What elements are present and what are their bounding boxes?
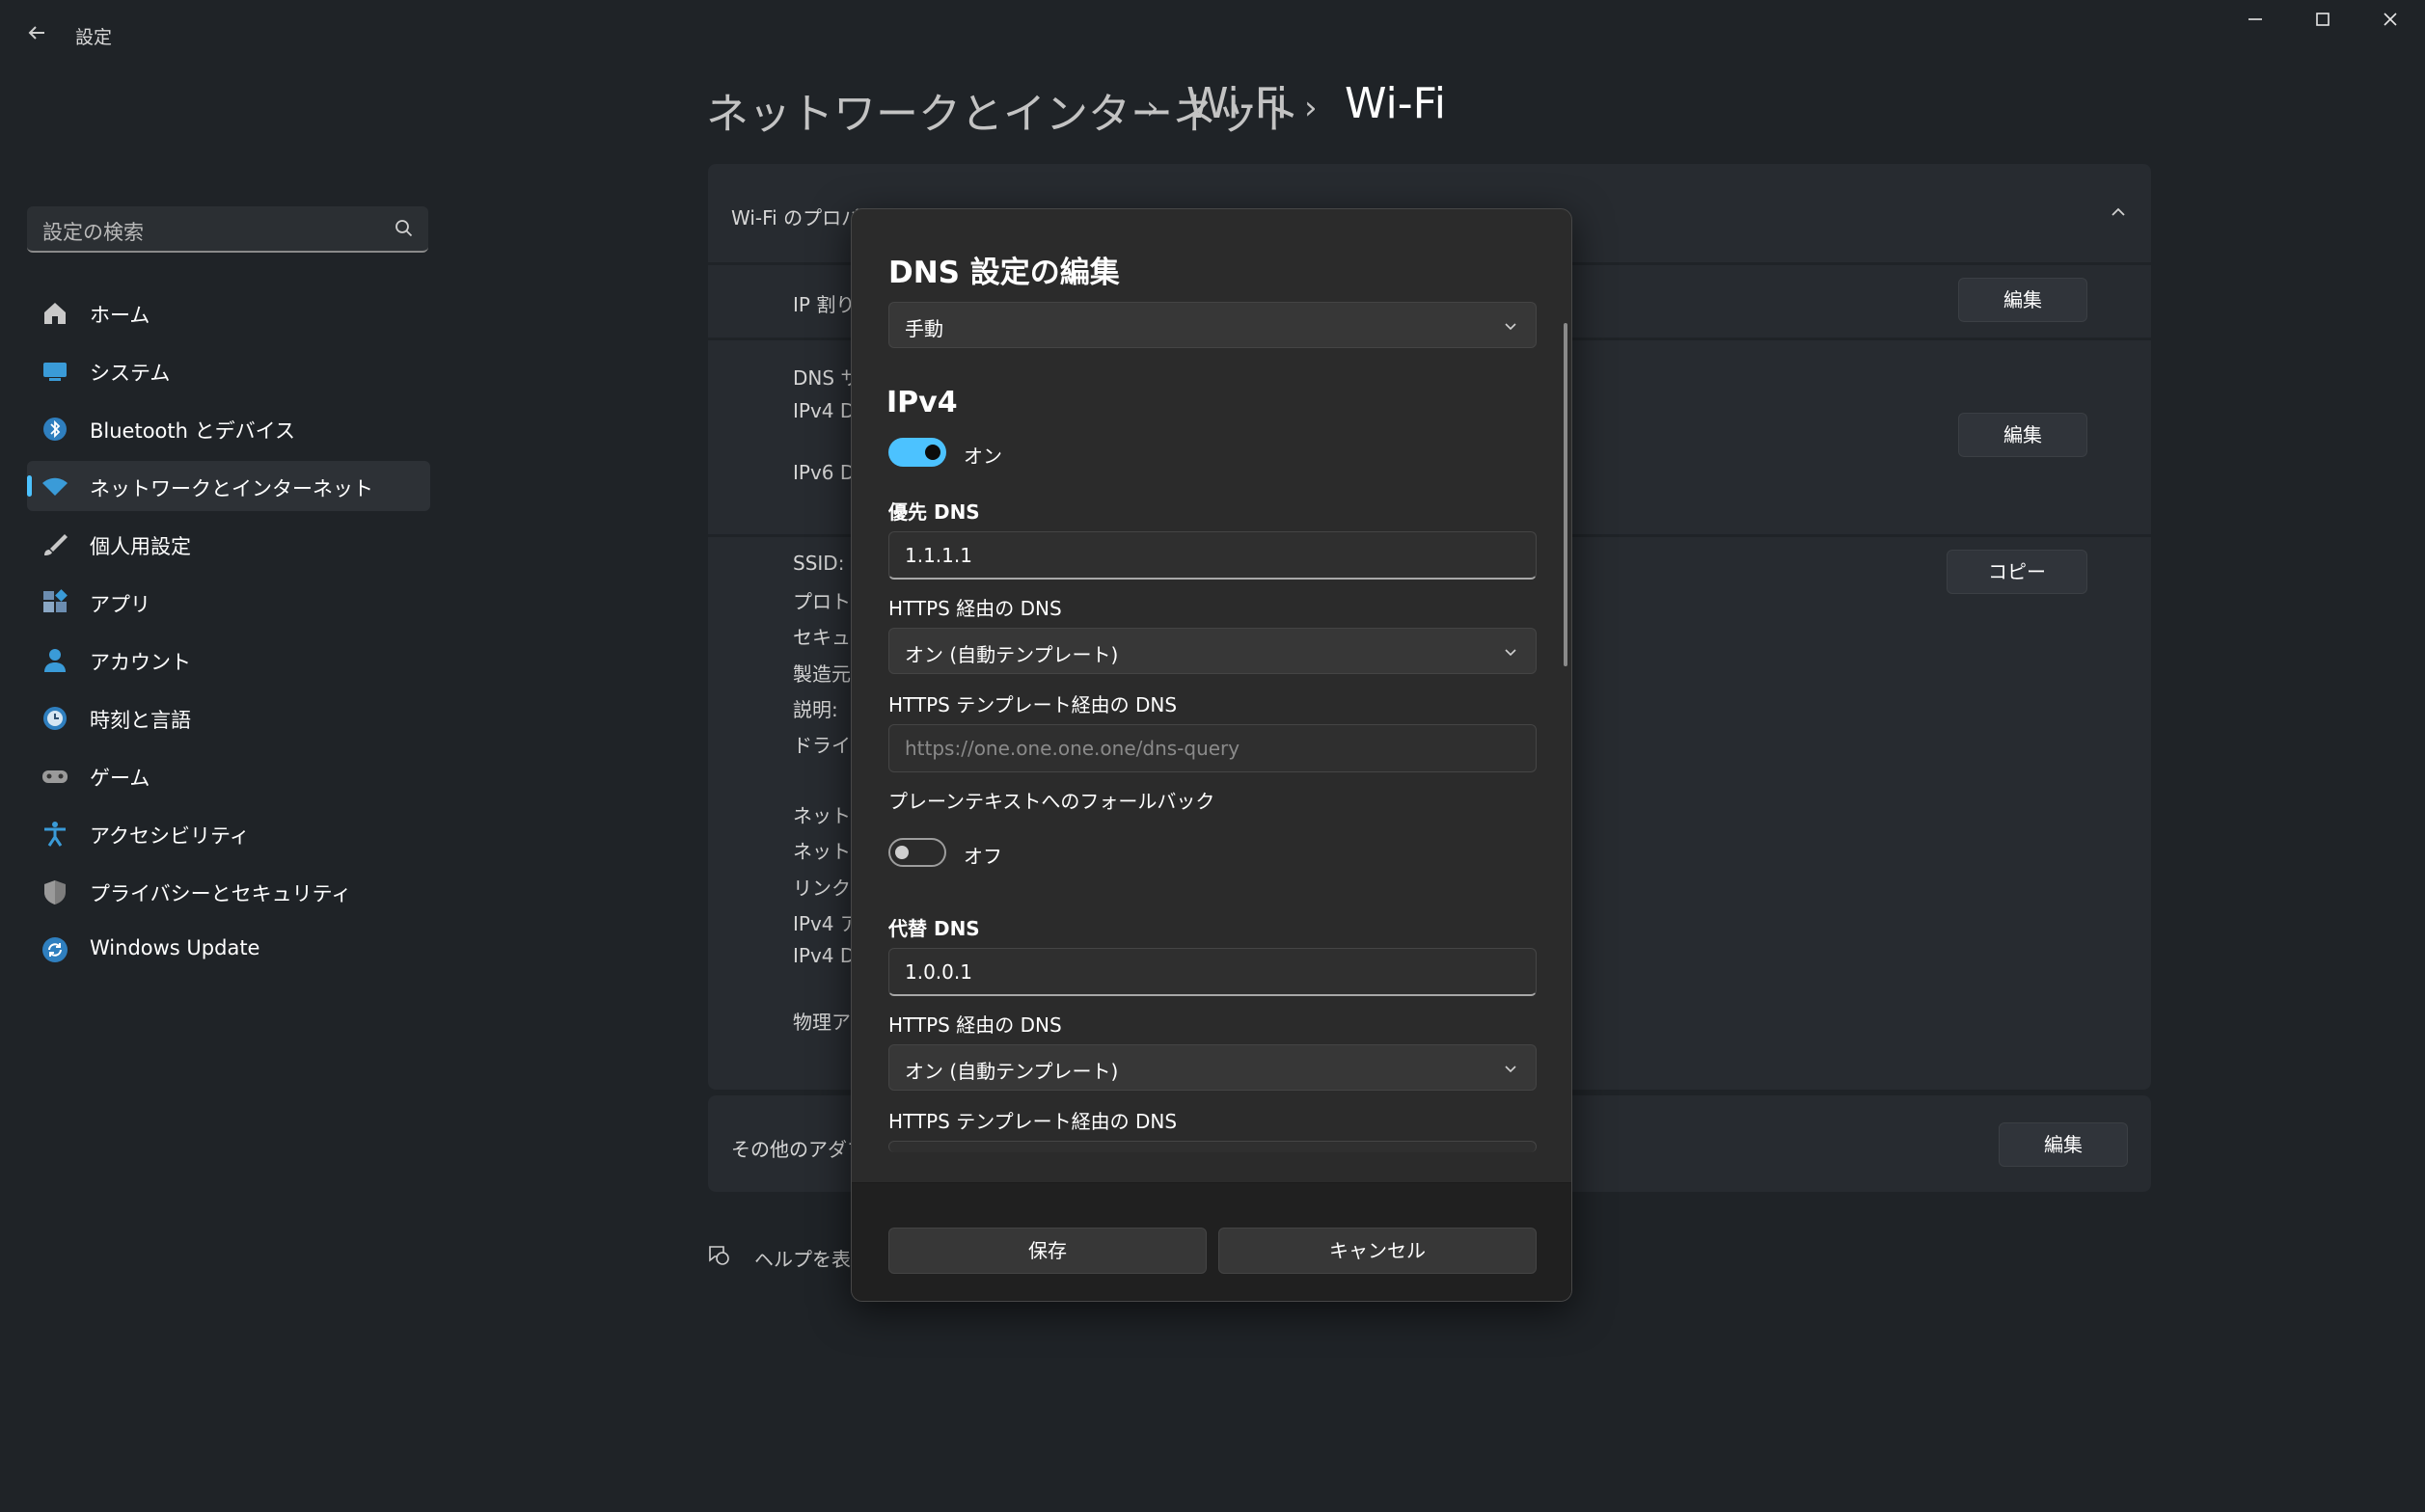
sidebar-item-label: アクセシビリティ [90, 824, 250, 848]
panel-row-label: 製造元 [793, 662, 851, 686]
panel-row-label: SSID: [793, 552, 845, 575]
sidebar-item-label: アプリ [90, 593, 150, 616]
chevron-up-icon[interactable] [2107, 201, 2130, 224]
sidebar-item-privacy[interactable]: プライバシーとセキュリティ [27, 866, 430, 916]
settings-search-input[interactable]: 設定の検索 [27, 206, 428, 253]
window-title: 設定 [75, 27, 113, 48]
sidebar-item-label: 時刻と言語 [90, 709, 191, 732]
save-button[interactable]: 保存 [888, 1228, 1207, 1274]
sidebar-item-accounts[interactable]: アカウント [27, 634, 430, 685]
minimize-icon[interactable] [2226, 8, 2284, 40]
https-dns-dropdown[interactable]: オン (自動テンプレート) [888, 628, 1537, 674]
close-icon[interactable] [2361, 8, 2419, 40]
bluetooth-icon [41, 415, 69, 444]
dns-settings-dialog: DNS 設定の編集 手動 IPv4 オン 優先 DNS 1.1.1.1 HTTP… [851, 208, 1572, 1302]
ipv4-toggle[interactable] [888, 438, 946, 467]
sidebar-item-personalization[interactable]: 個人用設定 [27, 519, 430, 569]
alt-https-dns-label: HTTPS 経由の DNS [888, 1013, 1062, 1037]
sidebar-item-label: アカウント [90, 651, 191, 674]
alternate-dns-input[interactable]: 1.0.0.1 [888, 948, 1537, 996]
https-template-label: HTTPS テンプレート経由の DNS [888, 693, 1178, 716]
sidebar-item-label: ネットワークとインターネット [90, 477, 373, 500]
preferred-dns-label: 優先 DNS [888, 500, 980, 524]
dialog-scrollbar[interactable] [1564, 323, 1567, 666]
maximize-icon[interactable] [2294, 8, 2352, 40]
sidebar-item-label: Bluetooth とデバイス [90, 419, 295, 443]
sidebar-item-label: システム [90, 362, 171, 385]
preferred-dns-input[interactable]: 1.1.1.1 [888, 531, 1537, 580]
system-icon [41, 357, 69, 386]
toggle-knob [895, 846, 909, 859]
chevron-down-icon [1503, 1061, 1518, 1076]
dialog-footer: 保存 キャンセル [852, 1182, 1571, 1301]
sidebar-item-network[interactable]: ネットワークとインターネット [27, 461, 430, 511]
input-value: 1.1.1.1 [905, 544, 972, 567]
alt-https-template-input[interactable] [888, 1141, 1537, 1152]
https-template-input[interactable]: https://one.one.one.one/dns-query [888, 724, 1537, 772]
alternate-dns-label: 代替 DNS [888, 917, 980, 940]
input-placeholder: https://one.one.one.one/dns-query [905, 737, 1240, 760]
panel-row-label: 説明: [793, 698, 838, 721]
sidebar-item-home[interactable]: ホーム [27, 287, 430, 338]
sidebar-item-label: 個人用設定 [90, 535, 191, 558]
breadcrumb-chevron-icon: › [1146, 89, 1159, 127]
toggle-knob [925, 445, 940, 460]
dns-edit-button[interactable]: 編集 [1958, 413, 2087, 457]
dropdown-value: オン (自動テンプレート) [905, 1060, 1119, 1083]
alt-https-dns-dropdown[interactable]: オン (自動テンプレート) [888, 1044, 1537, 1091]
sidebar-item-label: ゲーム [90, 767, 150, 790]
sidebar-item-label: プライバシーとセキュリティ [90, 882, 352, 905]
sidebar-item-system[interactable]: システム [27, 345, 430, 395]
home-icon [41, 299, 69, 328]
ipv4-section-title: IPv4 [886, 386, 958, 419]
breadcrumb-wifi[interactable]: Wi-Fi [1186, 79, 1288, 128]
gamepad-icon [41, 762, 69, 791]
cancel-button[interactable]: キャンセル [1218, 1228, 1537, 1274]
back-arrow-icon[interactable] [23, 19, 50, 46]
dialog-title: DNS 設定の編集 [888, 256, 1120, 290]
input-value: 1.0.0.1 [905, 960, 972, 984]
account-icon [41, 646, 69, 675]
chevron-down-icon [1503, 318, 1518, 334]
breadcrumb-chevron-icon: › [1304, 89, 1318, 127]
copy-button[interactable]: コピー [1947, 550, 2087, 594]
https-dns-label: HTTPS 経由の DNS [888, 597, 1062, 620]
page-title: Wi-Fi [1345, 79, 1446, 128]
sidebar-item-apps[interactable]: アプリ [27, 577, 430, 627]
help-icon [706, 1242, 731, 1267]
sidebar-item-label: ホーム [90, 304, 150, 327]
update-icon [41, 935, 69, 964]
dropdown-value: オン (自動テンプレート) [905, 643, 1119, 666]
active-indicator [27, 475, 32, 497]
sidebar-item-gaming[interactable]: ゲーム [27, 750, 430, 800]
sidebar-item-time-language[interactable]: 時刻と言語 [27, 692, 430, 742]
apps-icon [41, 588, 69, 617]
clock-icon [41, 704, 69, 733]
sidebar-item-bluetooth[interactable]: Bluetooth とデバイス [27, 403, 430, 453]
fallback-toggle[interactable] [888, 838, 946, 867]
sidebar-item-windows-update[interactable]: Windows Update [27, 924, 430, 974]
alt-https-template-label: HTTPS テンプレート経由の DNS [888, 1110, 1178, 1133]
panel-row-label: IPv4 ア [793, 912, 859, 935]
search-placeholder: 設定の検索 [42, 221, 144, 244]
sidebar-item-label: Windows Update [90, 936, 260, 959]
panel-row-label: IP 割り [793, 293, 856, 316]
dropdown-value: 手動 [905, 317, 943, 340]
fallback-label: プレーンテキストへのフォールバック [888, 790, 1215, 813]
shield-icon [41, 878, 69, 906]
panel-row-label: DNS サ [793, 366, 860, 390]
panel-row-label: 物理ア [793, 1011, 851, 1034]
adapter-edit-button[interactable]: 編集 [1999, 1122, 2128, 1167]
dns-mode-dropdown[interactable]: 手動 [888, 302, 1537, 348]
sidebar-item-accessibility[interactable]: アクセシビリティ [27, 808, 430, 858]
wifi-icon [41, 472, 69, 501]
fallback-toggle-label: オフ [964, 845, 1002, 868]
accessibility-icon [41, 820, 69, 849]
brush-icon [41, 530, 69, 559]
chevron-down-icon [1503, 644, 1518, 660]
search-icon [394, 218, 415, 239]
ipv4-toggle-label: オン [964, 445, 1002, 468]
ip-edit-button[interactable]: 編集 [1958, 278, 2087, 322]
